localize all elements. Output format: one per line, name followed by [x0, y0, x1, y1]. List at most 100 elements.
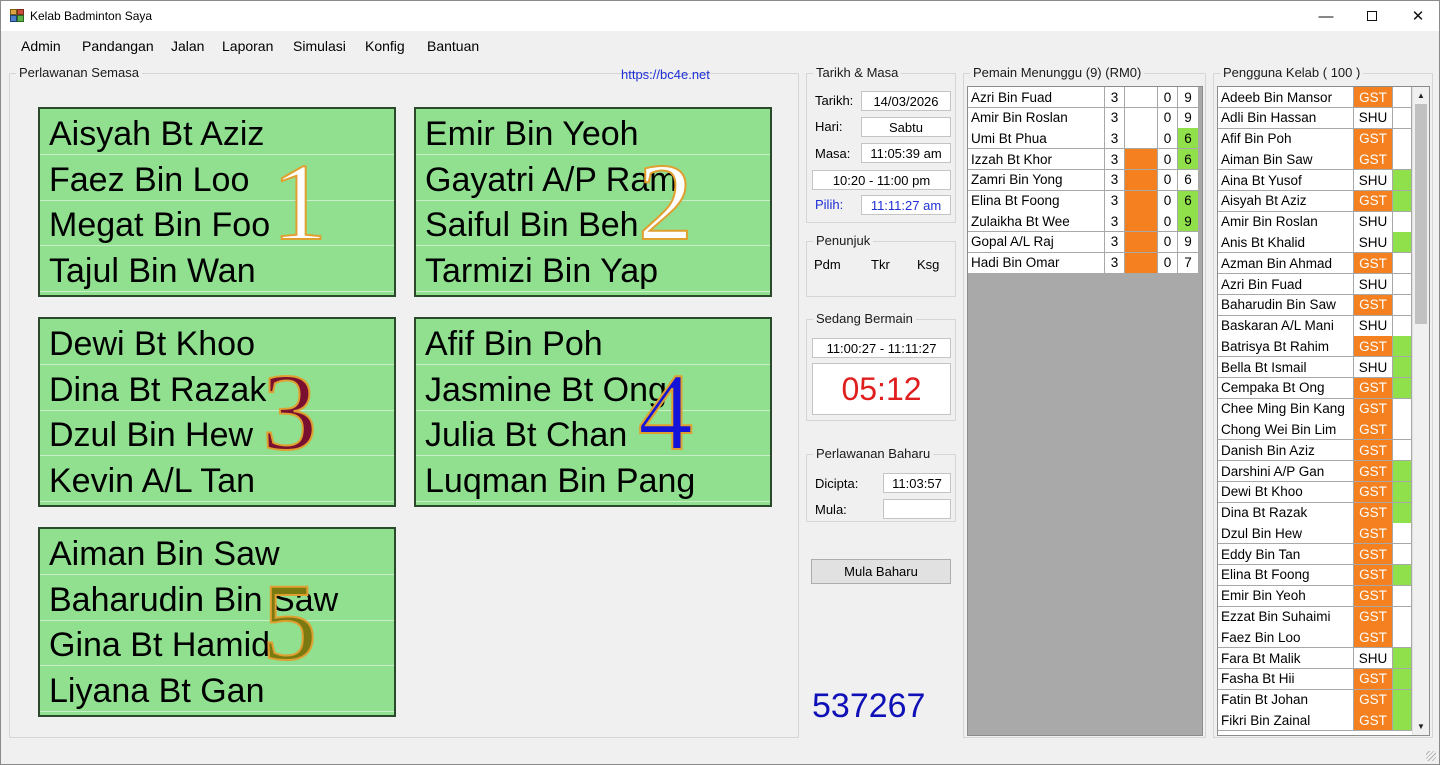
member-name: Cempaka Bt Ong [1218, 377, 1354, 399]
member-row[interactable]: Fara Bt Malik SHU [1218, 648, 1412, 670]
member-row[interactable]: Dina Bt Razak GST [1218, 502, 1412, 524]
member-row[interactable]: Bella Bt Ismail SHU [1218, 357, 1412, 379]
member-row[interactable]: Dewi Bt Khoo GST [1218, 481, 1412, 503]
court-player-row[interactable]: Julia Bt Chan [416, 410, 770, 456]
court-player-row[interactable]: Faez Bin Loo [40, 155, 394, 201]
menu-pandangan[interactable]: Pandangan [82, 38, 154, 54]
start-field[interactable] [883, 499, 951, 519]
member-row[interactable]: Eddy Bin Tan GST [1218, 544, 1412, 566]
menu-simulasi[interactable]: Simulasi [293, 38, 346, 54]
member-row[interactable]: Baharudin Bin Saw GST [1218, 294, 1412, 316]
resize-grip-icon[interactable] [1426, 751, 1436, 761]
court-card-1[interactable]: Aisyah Bt Aziz Faez Bin Loo Megat Bin Foo T… [38, 107, 396, 297]
member-flag [1393, 440, 1412, 462]
members-grid[interactable]: Adeeb Bin Mansor GST Adli Bin Hassan SHU Afi… [1217, 86, 1430, 736]
menu-jalan[interactable]: Jalan [171, 38, 204, 54]
member-row[interactable]: Aisyah Bt Aziz GST [1218, 190, 1412, 212]
member-row[interactable]: Dzul Bin Hew GST [1218, 523, 1412, 545]
court-card-2[interactable]: Emir Bin Yeoh Gayatri A/P Ram Saiful Bin B… [414, 107, 772, 297]
member-row[interactable]: Fasha Bt Hii GST [1218, 668, 1412, 690]
member-row[interactable]: Faez Bin Loo GST [1218, 627, 1412, 649]
menu-bantuan[interactable]: Bantuan [427, 38, 479, 54]
member-row[interactable]: Emir Bin Yeoh GST [1218, 585, 1412, 607]
pick-field[interactable]: 11:11:27 am [861, 195, 951, 215]
court-player-row[interactable]: Megat Bin Foo [40, 200, 394, 246]
member-row[interactable]: Baskaran A/L Mani SHU [1218, 315, 1412, 337]
court-card-3[interactable]: Dewi Bt Khoo Dina Bt Razak Dzul Bin Hew Kev… [38, 317, 396, 507]
member-row[interactable]: Afif Bin Poh GST [1218, 128, 1412, 150]
menu-konfig[interactable]: Konfig [365, 38, 405, 54]
court-player-row[interactable]: Gina Bt Hamid [40, 620, 394, 666]
member-row[interactable]: Aiman Bin Saw GST [1218, 149, 1412, 171]
member-row[interactable]: Cempaka Bt Ong GST [1218, 377, 1412, 399]
member-row[interactable]: Amir Bin Roslan SHU [1218, 211, 1412, 233]
created-field[interactable]: 11:03:57 [883, 473, 951, 493]
court-player-row[interactable]: Aiman Bin Saw [40, 529, 394, 575]
waiting-row[interactable]: Zamri Bin Yong 3 0 6 [968, 169, 1199, 191]
scroll-thumb[interactable] [1415, 104, 1427, 324]
day-field[interactable]: Sabtu [861, 117, 951, 137]
member-row[interactable]: Chong Wei Bin Lim GST [1218, 419, 1412, 441]
member-row[interactable]: Darshini A/P Gan GST [1218, 461, 1412, 483]
court-player-row[interactable]: Jasmine Bt Ong [416, 365, 770, 411]
close-button[interactable]: ✕ [1395, 1, 1440, 31]
member-name: Amir Bin Roslan [1218, 211, 1354, 233]
member-row[interactable]: Aina Bt Yusof SHU [1218, 170, 1412, 192]
waiting-row[interactable]: Azri Bin Fuad 3 0 9 [968, 87, 1199, 108]
member-row[interactable]: Danish Bin Aziz GST [1218, 440, 1412, 462]
member-type: SHU [1354, 315, 1393, 337]
countdown-timer: 05:12 [812, 363, 951, 415]
court-player-row[interactable]: Dzul Bin Hew [40, 410, 394, 456]
member-type: GST [1354, 336, 1393, 358]
court-player-row[interactable]: Dewi Bt Khoo [40, 319, 394, 365]
waiting-grid[interactable]: Azri Bin Fuad 3 0 9 Amir Bin Roslan 3 0 9 Umi Bt… [967, 86, 1203, 736]
scroll-down-icon[interactable]: ▼ [1413, 718, 1429, 734]
waiting-row[interactable]: Amir Bin Roslan 3 0 9 [968, 107, 1199, 129]
website-link[interactable]: https://bc4e.net [621, 67, 710, 82]
member-row[interactable]: Adeeb Bin Mansor GST [1218, 87, 1412, 108]
court-player-row[interactable]: Emir Bin Yeoh [416, 109, 770, 155]
member-row[interactable]: Batrisya Bt Rahim GST [1218, 336, 1412, 358]
status-bar [1, 743, 1439, 764]
court-player-row[interactable]: Aisyah Bt Aziz [40, 109, 394, 155]
session-field[interactable]: 10:20 - 11:00 pm [812, 170, 951, 190]
waiting-row[interactable]: Hadi Bin Omar 3 0 7 [968, 252, 1199, 274]
date-field[interactable]: 14/03/2026 [861, 91, 951, 111]
court-player-row[interactable]: Saiful Bin Beh [416, 200, 770, 246]
menu-admin[interactable]: Admin [21, 38, 61, 54]
court-player-row[interactable]: Luqman Bin Pang [416, 456, 770, 502]
member-row[interactable]: Fatin Bt Johan GST [1218, 689, 1412, 711]
member-type: GST [1354, 585, 1393, 607]
member-row[interactable]: Elina Bt Foong GST [1218, 564, 1412, 586]
member-row[interactable]: Azri Bin Fuad SHU [1218, 274, 1412, 296]
court-card-5[interactable]: Aiman Bin Saw Baharudin Bin Saw Gina Bt Ha… [38, 527, 396, 717]
scroll-up-icon[interactable]: ▲ [1413, 87, 1429, 103]
minimize-button[interactable]: — [1303, 1, 1349, 31]
court-player-row[interactable]: Tajul Bin Wan [40, 246, 394, 292]
member-row[interactable]: Anis Bt Khalid SHU [1218, 232, 1412, 254]
time-field[interactable]: 11:05:39 am [861, 143, 951, 163]
court-player-row[interactable]: Gayatri A/P Ram [416, 155, 770, 201]
waiting-row[interactable]: Izzah Bt Khor 3 0 6 [968, 149, 1199, 171]
court-player-row[interactable]: Afif Bin Poh [416, 319, 770, 365]
members-scrollbar[interactable]: ▲ ▼ [1412, 87, 1429, 735]
court-player-row[interactable]: Tarmizi Bin Yap [416, 246, 770, 292]
member-row[interactable]: Fikri Bin Zainal GST [1218, 710, 1412, 732]
court-card-4[interactable]: Afif Bin Poh Jasmine Bt Ong Julia Bt Chan L… [414, 317, 772, 507]
member-row[interactable]: Adli Bin Hassan SHU [1218, 107, 1412, 129]
waiting-row[interactable]: Gopal A/L Raj 3 0 9 [968, 231, 1199, 253]
waiting-row[interactable]: Umi Bt Phua 3 0 6 [968, 128, 1199, 150]
member-row[interactable]: Chee Ming Bin Kang GST [1218, 398, 1412, 420]
court-player-row[interactable]: Dina Bt Razak [40, 365, 394, 411]
court-player-row[interactable]: Baharudin Bin Saw [40, 575, 394, 621]
start-new-button[interactable]: Mula Baharu [811, 559, 951, 584]
waiting-cell-a: 3 [1105, 149, 1125, 171]
waiting-row[interactable]: Zulaikha Bt Wee 3 0 9 [968, 211, 1199, 233]
maximize-button[interactable] [1349, 1, 1395, 31]
court-player-row[interactable]: Kevin A/L Tan [40, 456, 394, 502]
waiting-row[interactable]: Elina Bt Foong 3 0 6 [968, 190, 1199, 212]
member-row[interactable]: Azman Bin Ahmad GST [1218, 253, 1412, 275]
court-player-row[interactable]: Liyana Bt Gan [40, 666, 394, 712]
menu-laporan[interactable]: Laporan [222, 38, 273, 54]
member-row[interactable]: Ezzat Bin Suhaimi GST [1218, 606, 1412, 628]
